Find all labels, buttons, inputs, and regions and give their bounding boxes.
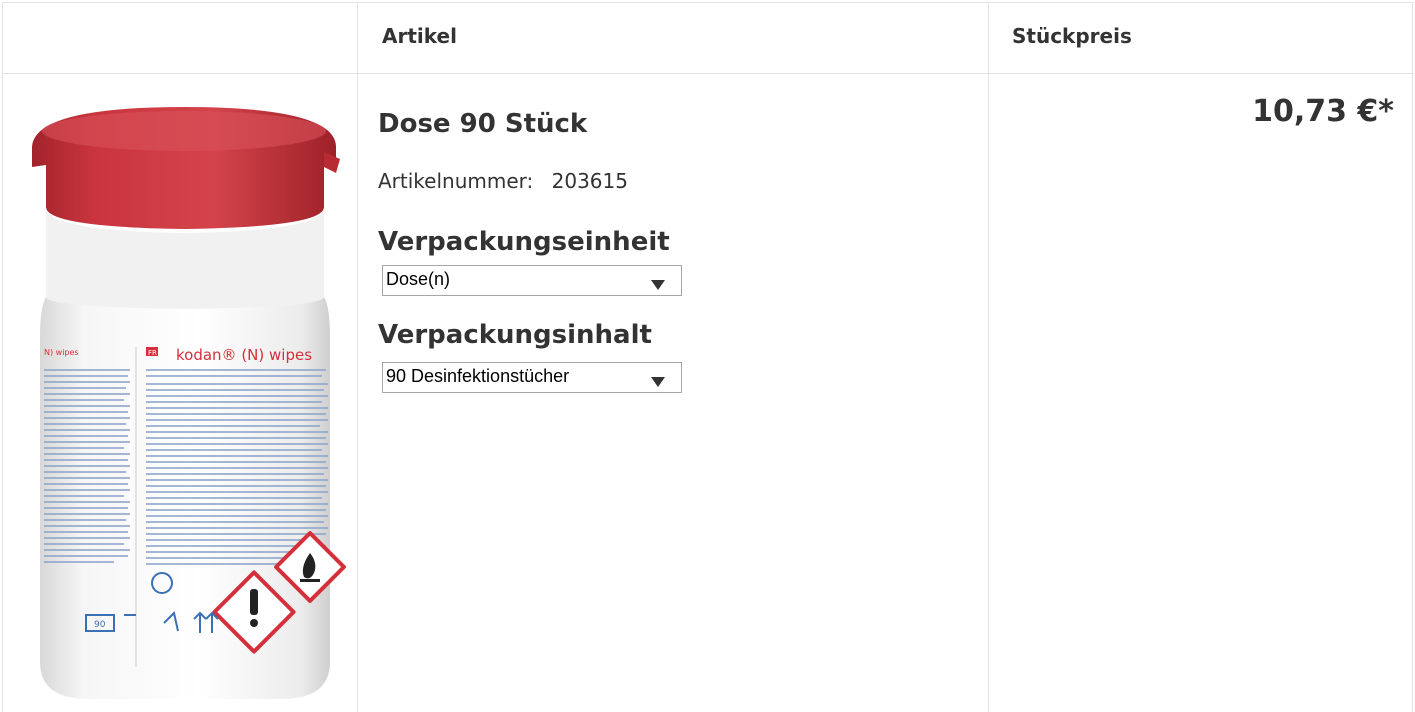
- svg-text:FR: FR: [148, 349, 157, 357]
- packaging-content-label: Verpackungsinhalt: [378, 320, 652, 350]
- packaging-unit-selected-value: Dose(n): [386, 269, 451, 289]
- column-divider-price: [988, 2, 989, 712]
- product-title: Dose 90 Stück: [378, 109, 588, 139]
- svg-text:N) wipes: N) wipes: [44, 348, 79, 357]
- column-header-article: Artikel: [382, 24, 457, 48]
- packaging-unit-label: Verpackungseinheit: [378, 227, 670, 257]
- packaging-content-selected-value: 90 Desinfektionstücher: [386, 366, 570, 386]
- table-right-border: [1412, 2, 1413, 712]
- chevron-down-icon[interactable]: [635, 363, 681, 392]
- product-image[interactable]: N) wipes FR kodan® (N) wipes 90: [24, 107, 346, 701]
- table-top-border: [2, 2, 1414, 3]
- table-left-border: [2, 2, 3, 712]
- packaging-content-select[interactable]: 90 Desinfektionstücher: [382, 362, 682, 393]
- column-divider-image: [357, 2, 358, 712]
- packaging-unit-select[interactable]: Dose(n): [382, 265, 682, 296]
- chevron-down-icon[interactable]: [635, 266, 681, 295]
- column-header-unit-price: Stückpreis: [1012, 24, 1132, 48]
- product-table: Artikel Stückpreis N) wipes FR kodan® (N…: [2, 2, 1414, 712]
- sku-label: Artikelnummer:: [378, 169, 534, 193]
- product-image-brand-text: kodan® (N) wipes: [176, 346, 312, 364]
- table-header-divider: [2, 73, 1414, 74]
- sku-value: 203615: [551, 169, 628, 193]
- svg-text:90: 90: [94, 620, 106, 630]
- product-sku-row: Artikelnummer: 203615: [378, 169, 628, 193]
- unit-price: 10,73 €*: [1252, 94, 1394, 129]
